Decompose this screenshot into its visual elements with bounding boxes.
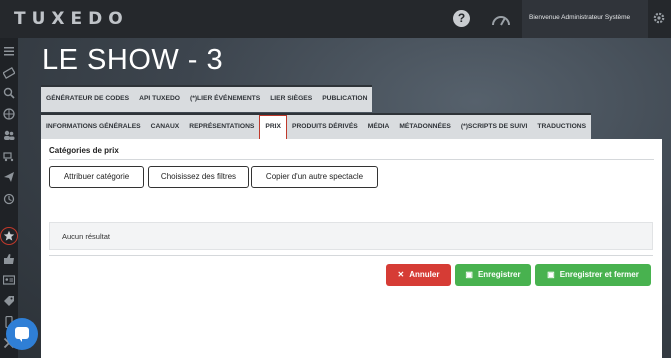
- save-and-close-button[interactable]: ▣ Enregistrer et fermer: [535, 264, 651, 286]
- gear-icon[interactable]: [652, 11, 666, 25]
- choose-filters-button[interactable]: Choisissez des filtres: [148, 166, 249, 188]
- users-icon[interactable]: [3, 129, 15, 141]
- truck-icon[interactable]: [3, 150, 15, 162]
- tab-prices[interactable]: PRIX: [259, 115, 287, 142]
- tab-tracking-scripts[interactable]: (*)SCRIPTS DE SUIVI: [456, 115, 533, 140]
- app-logo[interactable]: TUXEDO: [14, 9, 129, 29]
- tab-bar-secondary: GÉNÉRATEUR DE CODES API TUXEDO (*)LIER É…: [41, 85, 373, 112]
- tab-code-generator[interactable]: GÉNÉRATEUR DE CODES: [41, 87, 134, 112]
- save-label: Enregistrer: [477, 270, 521, 279]
- close-icon: ✕: [397, 270, 405, 279]
- price-categories-panel: Catégories de prix Attribuer catégorie C…: [41, 139, 662, 358]
- tag-icon[interactable]: [3, 295, 15, 307]
- tab-publication[interactable]: PUBLICATION: [317, 87, 372, 112]
- tab-link-events[interactable]: (*)LIER ÉVÉNEMENTS: [185, 87, 265, 112]
- floppy-disk-icon: ▣: [465, 270, 473, 279]
- id-card-icon[interactable]: [3, 274, 15, 286]
- floppy-disk-icon: ▣: [547, 270, 555, 279]
- thumbs-up-icon[interactable]: [3, 253, 15, 265]
- cancel-label: Annuler: [409, 270, 440, 279]
- chat-support-button[interactable]: [6, 318, 38, 350]
- tab-bar-primary: INFORMATIONS GÉNÉRALES CANAUX REPRÉSENTA…: [41, 113, 592, 142]
- cancel-button[interactable]: ✕ Annuler: [386, 264, 451, 286]
- save-button[interactable]: ▣ Enregistrer: [455, 264, 531, 286]
- tab-channels[interactable]: CANAUX: [146, 115, 185, 140]
- tab-media[interactable]: MÉDIA: [363, 115, 395, 140]
- history-icon[interactable]: [3, 193, 15, 205]
- help-icon[interactable]: ?: [453, 10, 470, 27]
- empty-result-text: Aucun résultat: [62, 232, 110, 241]
- top-bar: TUXEDO ? Bienvenue Administrateur Systèm…: [0, 0, 671, 38]
- tab-metadata[interactable]: MÉTADONNÉES: [394, 115, 456, 140]
- tab-link-seats[interactable]: LIER SIÈGES: [265, 87, 317, 112]
- sidebar: [0, 38, 18, 358]
- save-close-label: Enregistrer et fermer: [559, 270, 639, 279]
- tab-api-tuxedo[interactable]: API TUXEDO: [134, 87, 185, 112]
- panel-title: Catégories de prix: [49, 146, 119, 155]
- tab-translations[interactable]: TRADUCTIONS: [532, 115, 591, 140]
- tab-merchandise[interactable]: PRODUITS DÉRIVÉS: [287, 115, 363, 140]
- results-empty-state: Aucun résultat: [49, 222, 653, 250]
- user-greeting[interactable]: Bienvenue Administrateur Système: [529, 14, 630, 21]
- copy-from-show-button[interactable]: Copier d'un autre spectacle: [251, 166, 378, 188]
- star-icon[interactable]: [3, 230, 15, 242]
- assign-category-button[interactable]: Attribuer catégorie: [49, 166, 144, 188]
- send-icon[interactable]: [3, 171, 15, 183]
- tab-general-info[interactable]: INFORMATIONS GÉNÉRALES: [41, 115, 146, 140]
- tab-performances[interactable]: REPRÉSENTATIONS: [184, 115, 259, 140]
- divider: [49, 255, 653, 256]
- menu-icon[interactable]: [3, 45, 15, 57]
- page-title: LE SHOW - 3: [42, 44, 224, 76]
- search-icon[interactable]: [3, 87, 15, 99]
- ticket-icon[interactable]: [3, 67, 15, 79]
- compass-icon[interactable]: [3, 108, 15, 120]
- divider: [49, 159, 654, 160]
- dashboard-gauge-icon[interactable]: [491, 10, 511, 28]
